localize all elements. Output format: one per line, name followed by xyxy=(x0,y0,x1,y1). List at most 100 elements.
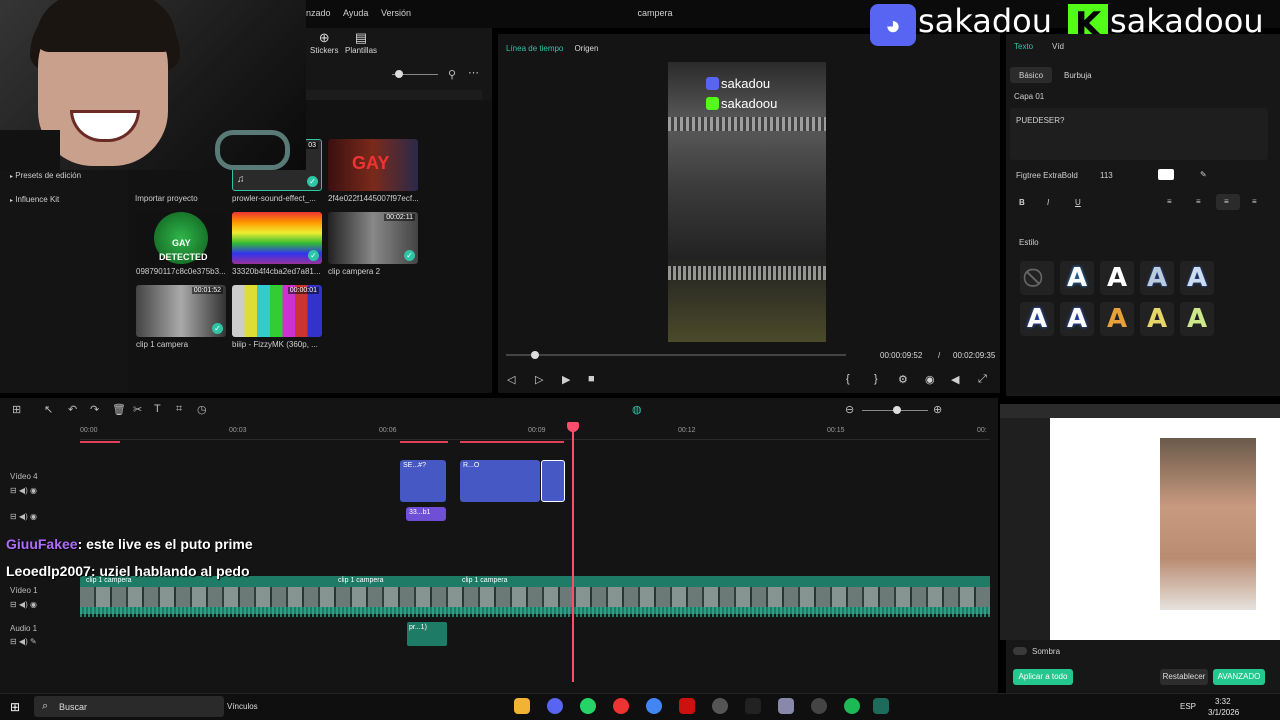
timeline-sub-clip[interactable]: 33...b1 xyxy=(406,507,446,521)
menu-item-version[interactable]: Versión xyxy=(381,8,411,18)
tab-text[interactable]: Texto xyxy=(1014,42,1033,51)
discord-app-icon[interactable] xyxy=(547,698,563,714)
audio-clip[interactable]: pr...1) xyxy=(407,622,447,646)
media-thumb-gay[interactable]: GAY xyxy=(328,139,418,191)
zoom-slider-knob[interactable] xyxy=(395,70,403,78)
style-preset-6[interactable]: A xyxy=(1060,302,1094,336)
color-swatch[interactable] xyxy=(1158,169,1174,180)
stickers-button[interactable]: ⊕ Stickers xyxy=(310,30,338,55)
app-icon[interactable] xyxy=(679,698,695,714)
style-preset-9[interactable]: A xyxy=(1180,302,1214,336)
timeline-text-clip[interactable]: R...O xyxy=(460,460,540,502)
italic-icon[interactable]: I xyxy=(1047,198,1049,207)
filter-icon[interactable]: ⚲ xyxy=(448,68,456,81)
split-icon[interactable]: ✂ xyxy=(133,403,142,416)
app-icon[interactable] xyxy=(811,698,827,714)
app-icon[interactable] xyxy=(778,698,794,714)
text-content[interactable]: PUEDESER? xyxy=(1016,116,1064,125)
align-left-icon[interactable]: ≡ xyxy=(1167,197,1172,206)
underline-icon[interactable]: U xyxy=(1075,198,1081,207)
style-preset-7[interactable]: A xyxy=(1100,302,1134,336)
chrome-icon[interactable] xyxy=(646,698,662,714)
track-controls[interactable]: ⊟ ◀) ◉ xyxy=(10,600,37,609)
font-select[interactable]: Figtree ExtraBold xyxy=(1016,171,1078,180)
preview-scrubber[interactable] xyxy=(506,354,846,356)
style-preset-8[interactable]: A xyxy=(1140,302,1174,336)
play-icon[interactable]: ▶ xyxy=(562,373,570,386)
next-frame-icon[interactable]: ▷ xyxy=(535,373,543,386)
side-item-presets[interactable]: ▸ Presets de edición xyxy=(10,171,81,180)
epic-games-icon[interactable] xyxy=(745,698,761,714)
templates-button[interactable]: ▤ Plantillas xyxy=(345,30,377,55)
more-icon[interactable]: ⋯ xyxy=(468,66,479,79)
reset-button[interactable]: Restablecer xyxy=(1160,669,1208,685)
bold-icon[interactable]: B xyxy=(1019,198,1025,207)
clock-date[interactable]: 3/1/2026 xyxy=(1208,708,1239,717)
align-right-icon[interactable]: ≡ xyxy=(1252,197,1257,206)
timeline-zoom-knob[interactable] xyxy=(893,406,901,414)
style-preset-4[interactable]: A xyxy=(1180,261,1214,295)
select-icon[interactable]: ↖ xyxy=(44,403,53,416)
windows-icon[interactable]: ⊞ xyxy=(10,700,20,714)
media-thumb-clip-campera-2[interactable]: 00:02:11 ✓ xyxy=(328,212,418,264)
media-app-icon[interactable] xyxy=(613,698,629,714)
advanced-button[interactable]: AVANZADO xyxy=(1213,669,1265,685)
speed-icon[interactable]: ◷ xyxy=(197,403,207,416)
folder-icon[interactable] xyxy=(514,698,530,714)
volume-icon[interactable]: ◀ xyxy=(951,373,959,386)
track-controls[interactable]: ⊟ ◀) ◉ xyxy=(10,512,37,521)
media-thumb-clip-1-campera[interactable]: 00:01:52 ✓ xyxy=(136,285,226,337)
font-size-select[interactable]: 113 xyxy=(1100,171,1113,180)
style-preset-1[interactable]: A xyxy=(1060,261,1094,295)
tab-video[interactable]: Víd xyxy=(1052,42,1064,51)
menu-item-avanzado[interactable]: nzado xyxy=(306,8,331,18)
playhead[interactable] xyxy=(572,424,574,682)
eyedropper-icon[interactable]: ✎ xyxy=(1200,170,1207,179)
track-controls[interactable]: ⊟ ◀) ✎ xyxy=(10,637,37,646)
media-thumb-rainbow[interactable]: ✓ xyxy=(232,212,322,264)
menu-item-ayuda[interactable]: Ayuda xyxy=(343,8,368,18)
delete-icon[interactable]: 🗑 xyxy=(112,403,126,416)
settings-app-icon[interactable] xyxy=(712,698,728,714)
style-preset-3[interactable]: A xyxy=(1140,261,1174,295)
links-label[interactable]: Vínculos xyxy=(227,702,258,711)
side-item-influence[interactable]: ▸ Influence Kit xyxy=(10,195,59,204)
align-center-icon[interactable]: ≡ xyxy=(1196,197,1201,206)
style-preset-2[interactable]: A xyxy=(1100,261,1134,295)
subtab-bubble[interactable]: Burbuja xyxy=(1064,71,1092,80)
tab-source[interactable]: Origen xyxy=(574,44,598,53)
import-project-label[interactable]: Importar proyecto xyxy=(135,194,198,203)
zoom-out-icon[interactable]: ⊖ xyxy=(845,403,854,416)
zoom-in-icon[interactable]: ⊕ xyxy=(933,403,942,416)
tab-timeline[interactable]: Línea de tiempo xyxy=(506,44,563,53)
video-preview[interactable]: sakadou sakadoou xyxy=(668,62,826,342)
style-preset-5[interactable]: A xyxy=(1020,302,1054,336)
track-controls[interactable]: ⊟ ◀) ◉ xyxy=(10,486,37,495)
mark-in-icon[interactable]: { xyxy=(846,373,850,385)
language-indicator[interactable]: ESP xyxy=(1180,702,1196,711)
mark-out-icon[interactable]: } xyxy=(874,373,878,385)
apply-all-button[interactable]: Aplicar a todo xyxy=(1013,669,1073,685)
scrubber-knob[interactable] xyxy=(531,351,539,359)
clock-time[interactable]: 3:32 xyxy=(1215,697,1231,706)
whatsapp-icon[interactable] xyxy=(580,698,596,714)
browser-video[interactable] xyxy=(1160,438,1256,610)
prev-frame-icon[interactable]: ◁ xyxy=(507,373,515,386)
redo-icon[interactable]: ↷ xyxy=(90,403,99,416)
subtab-basic[interactable]: Básico xyxy=(1019,71,1043,80)
ai-icon[interactable]: ◍ xyxy=(632,403,642,416)
timeline-text-clip-selected[interactable] xyxy=(541,460,565,502)
crop-icon[interactable]: ⌗ xyxy=(176,403,182,416)
layout-icon[interactable]: ⊞ xyxy=(12,403,21,416)
media-thumb-biiip[interactable]: 00:00:01 xyxy=(232,285,322,337)
stop-icon[interactable]: ■ xyxy=(588,373,595,385)
align-justify-icon[interactable]: ≡ xyxy=(1224,197,1229,206)
settings-icon[interactable]: ⚙ xyxy=(898,373,908,386)
media-thumb-gay-detected[interactable]: GAY DETECTED xyxy=(136,212,226,264)
fullscreen-icon[interactable]: ⤢ xyxy=(978,373,987,386)
filmora-icon[interactable] xyxy=(873,698,889,714)
shadow-toggle[interactable] xyxy=(1013,647,1027,655)
snapshot-icon[interactable]: ◉ xyxy=(925,373,935,386)
undo-icon[interactable]: ↶ xyxy=(68,403,77,416)
text-icon[interactable]: T xyxy=(154,403,161,415)
